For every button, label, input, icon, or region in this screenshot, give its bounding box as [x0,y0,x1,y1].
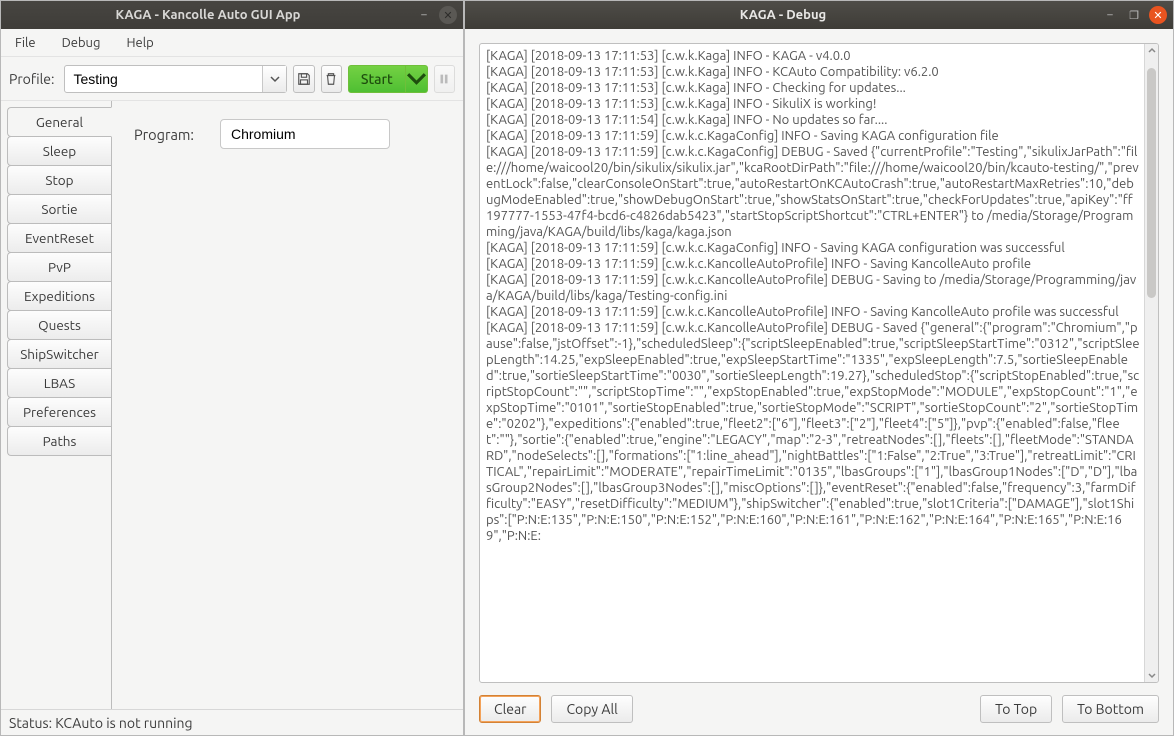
tab-pvp[interactable]: PvP [7,252,111,282]
tab-general[interactable]: General [7,107,112,137]
minimize-icon[interactable]: – [415,6,433,24]
tab-paths[interactable]: Paths [7,426,111,456]
menu-debug[interactable]: Debug [56,33,107,53]
tab-stop[interactable]: Stop [7,165,111,195]
profile-combobox[interactable] [64,65,287,93]
scroll-down-icon[interactable] [1145,668,1158,682]
debug-button-bar: Clear Copy All To Top To Bottom [479,695,1159,723]
main-window: KAGA - Kancolle Auto GUI App – ✕ File De… [0,0,464,736]
status-bar: Status: KCAuto is not running [1,709,463,735]
scroll-thumb[interactable] [1147,68,1156,298]
tab-expeditions[interactable]: Expeditions [7,281,111,311]
scrollbar[interactable] [1144,44,1158,682]
delete-button[interactable] [321,65,342,93]
scroll-up-icon[interactable] [1145,44,1158,58]
debug-body: [KAGA] [2018-09-13 17:11:53] [c.w.k.Kaga… [465,29,1173,735]
program-label: Program: [134,126,194,143]
tab-ship-switcher[interactable]: ShipSwitcher [7,339,111,369]
tab-lbas[interactable]: LBAS [7,368,111,398]
profile-label: Profile: [9,71,54,87]
tab-quests[interactable]: Quests [7,310,111,340]
menubar: File Debug Help [1,29,463,57]
tab-sortie[interactable]: Sortie [7,194,111,224]
to-bottom-button[interactable]: To Bottom [1062,695,1159,723]
main-window-title: KAGA - Kancolle Auto GUI App [7,8,409,22]
close-icon[interactable]: ✕ [1149,6,1167,24]
log-textarea[interactable]: [KAGA] [2018-09-13 17:11:53] [c.w.k.Kaga… [479,43,1159,683]
main-titlebar[interactable]: KAGA - Kancolle Auto GUI App – ✕ [1,1,463,29]
debug-window: KAGA - Debug – ❐ ✕ [KAGA] [2018-09-13 17… [464,0,1174,736]
debug-titlebar[interactable]: KAGA - Debug – ❐ ✕ [465,1,1173,29]
menu-help[interactable]: Help [120,33,159,53]
program-input[interactable] [220,119,390,149]
tab-preferences[interactable]: Preferences [7,397,111,427]
minimize-icon[interactable]: – [1101,6,1119,24]
profile-input[interactable] [65,71,262,87]
start-button[interactable]: Start [348,65,406,93]
copy-all-button[interactable]: Copy All [551,695,632,723]
tab-list: General Sleep Stop Sortie EventReset PvP… [1,101,111,709]
start-dropdown-button[interactable] [406,65,428,93]
clear-button[interactable]: Clear [479,695,541,723]
tab-sleep[interactable]: Sleep [7,136,111,166]
content-area: General Sleep Stop Sortie EventReset PvP… [1,101,463,709]
pause-button [434,65,455,93]
debug-window-title: KAGA - Debug [471,8,1095,22]
save-button[interactable] [293,65,314,93]
chevron-down-icon[interactable] [262,66,286,92]
log-content: [KAGA] [2018-09-13 17:11:53] [c.w.k.Kaga… [480,44,1158,682]
menu-file[interactable]: File [9,33,42,53]
profile-toolbar: Profile: Start [1,57,463,101]
maximize-icon[interactable]: ❐ [1125,6,1143,24]
to-top-button[interactable]: To Top [980,695,1052,723]
tab-event-reset[interactable]: EventReset [7,223,111,253]
status-text: Status: KCAuto is not running [9,715,193,731]
close-icon[interactable]: ✕ [439,6,457,24]
general-panel: Program: [111,101,463,709]
